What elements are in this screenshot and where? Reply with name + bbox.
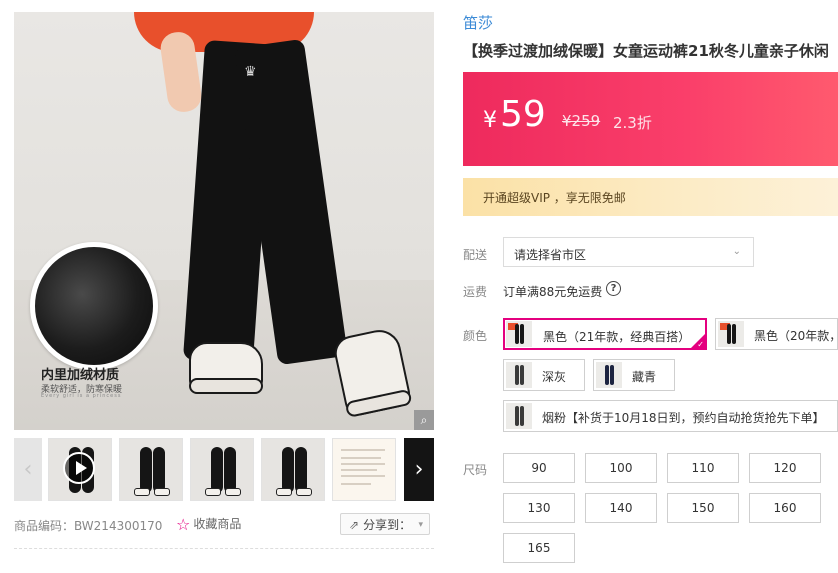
- color-swatch: [506, 362, 532, 388]
- left-sneaker: [189, 342, 263, 394]
- color-swatch: [596, 362, 622, 388]
- product-title: 【换季过渡加绒保暖】女童运动裤21秋冬儿童亲子休闲: [463, 42, 829, 60]
- price-currency: ¥: [483, 108, 497, 133]
- share-label: 分享到：: [363, 518, 412, 532]
- color-option-label: 黑色（21年款，经典百搭）: [543, 330, 691, 344]
- star-icon: ☆: [176, 515, 191, 534]
- favorite-button[interactable]: ☆ 收藏商品: [176, 515, 241, 534]
- color-swatch: [506, 403, 532, 429]
- thumb-next-arrow[interactable]: ›: [404, 438, 434, 501]
- thumbnail-size-chart[interactable]: [332, 438, 396, 501]
- thumb-prev-arrow[interactable]: ‹: [14, 438, 42, 501]
- product-meta-row: 商品编码：BW214300170 ☆ 收藏商品 ⇗ 分享到： ▾: [14, 513, 434, 535]
- feature-title: 内里加绒材质: [41, 368, 120, 383]
- color-option[interactable]: 黑色（20年款，: [715, 318, 838, 350]
- region-select[interactable]: 请选择省市区 ⌄: [503, 237, 754, 267]
- size-option[interactable]: 165: [503, 533, 575, 563]
- vip-promo-bar[interactable]: 开通超级VIP ，享无限免邮: [463, 178, 838, 216]
- price-box: ¥ 59 ¥259 2.3折: [463, 72, 838, 166]
- current-price: 59: [500, 94, 546, 135]
- brand-logo-mark: ♛: [244, 64, 257, 80]
- size-option[interactable]: 120: [749, 453, 821, 483]
- pants-shape: [182, 38, 348, 366]
- size-label: 尺码: [463, 463, 488, 477]
- main-product-image[interactable]: ♛ 内里加绒材质 柔软舒适，防寒保暖 Every girl is a princ…: [14, 12, 434, 430]
- chevron-down-icon: ⌄: [732, 246, 741, 257]
- fleece-detail-inset: [30, 242, 158, 370]
- thumbnail-video[interactable]: [48, 438, 112, 501]
- delivery-label: 配送: [463, 248, 488, 262]
- discount-label: 2.3折: [613, 114, 652, 132]
- share-button[interactable]: ⇗ 分享到： ▾: [340, 513, 430, 535]
- shipping-text: 订单满88元免运费: [503, 285, 603, 299]
- region-select-value: 请选择省市区: [514, 248, 587, 262]
- color-option[interactable]: 烟粉【补货于10月18日到，预约自动抢货抢先下单】: [503, 400, 838, 432]
- size-option[interactable]: 110: [667, 453, 739, 483]
- size-option[interactable]: 100: [585, 453, 657, 483]
- size-option[interactable]: 90: [503, 453, 575, 483]
- thumbnail-image[interactable]: [261, 438, 325, 501]
- thumbnail-image[interactable]: [119, 438, 183, 501]
- size-option[interactable]: 140: [585, 493, 657, 523]
- color-option[interactable]: 深灰: [503, 359, 585, 391]
- vip-promo-text: 开通超级VIP ，享无限免邮: [483, 191, 626, 205]
- original-price: ¥259: [562, 112, 601, 130]
- share-icon: ⇗: [349, 518, 360, 532]
- color-label: 颜色: [463, 329, 488, 343]
- color-option-label: 黑色（20年款，: [754, 329, 838, 343]
- color-option-label: 深灰: [542, 370, 567, 384]
- brand-link[interactable]: 笛莎: [463, 12, 493, 33]
- color-swatch: [718, 321, 744, 347]
- thumbnail-strip: ‹ ›: [14, 438, 434, 501]
- color-option[interactable]: 藏青: [593, 359, 675, 391]
- feature-tagline: Every girl is a princess: [41, 393, 122, 399]
- play-icon[interactable]: [63, 452, 95, 484]
- size-option[interactable]: 150: [667, 493, 739, 523]
- size-option[interactable]: 130: [503, 493, 575, 523]
- product-code: 商品编码：BW214300170: [14, 519, 163, 533]
- help-icon[interactable]: ?: [606, 281, 621, 296]
- thumbnail-image[interactable]: [190, 438, 254, 501]
- zoom-icon[interactable]: ⌕: [414, 410, 434, 430]
- divider: [14, 548, 434, 549]
- color-option[interactable]: 黑色（21年款，经典百搭） ✓: [503, 318, 707, 350]
- chevron-down-icon: ▾: [418, 520, 423, 530]
- shipping-label: 运费: [463, 285, 488, 299]
- favorite-label: 收藏商品: [193, 517, 242, 531]
- size-option[interactable]: 160: [749, 493, 821, 523]
- color-option-label: 烟粉【补货于10月18日到，预约自动抢货抢先下单】: [542, 411, 825, 425]
- color-swatch: [506, 321, 532, 347]
- color-option-label: 藏青: [632, 370, 657, 384]
